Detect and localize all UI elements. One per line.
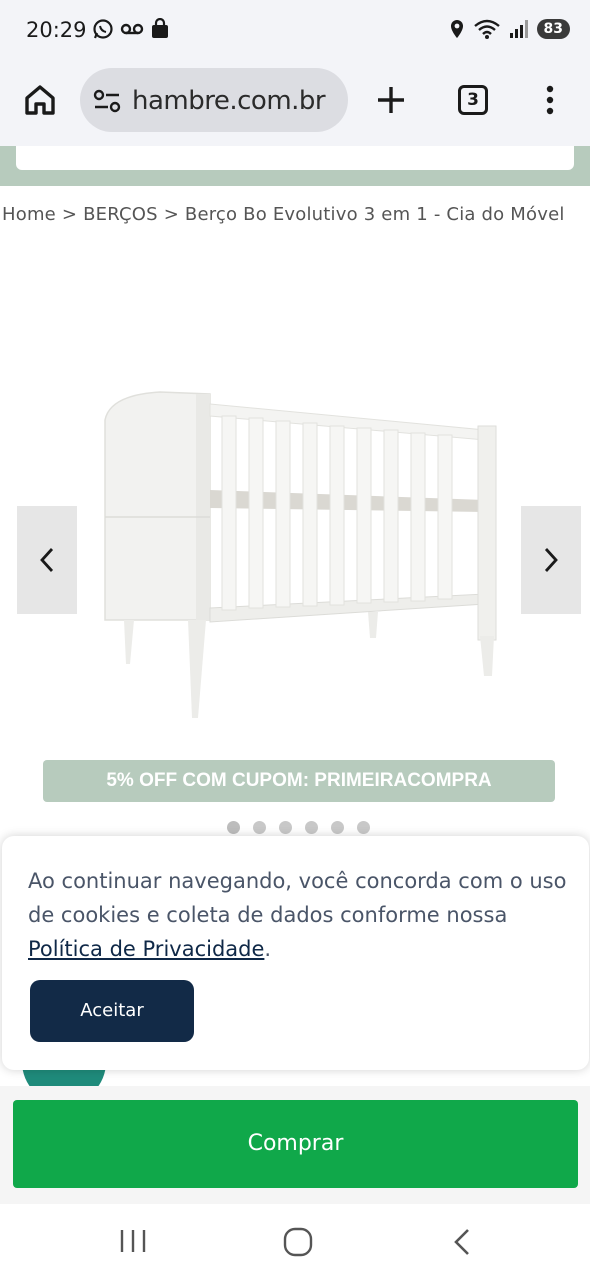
site-settings-icon[interactable] [92,88,122,114]
accept-cookies-button[interactable]: Aceitar [30,980,194,1042]
carousel-dot[interactable] [227,821,240,834]
product-carousel [0,250,590,740]
buy-bar: Comprar [0,1086,590,1204]
coupon-banner: 5% OFF COM CUPOM: PRIMEIRACOMPRA [43,760,555,802]
status-time: 20:29 [26,18,87,42]
chevron-right-icon [544,548,558,572]
whatsapp-icon [93,19,113,39]
carousel-dot[interactable] [253,821,266,834]
tabs-icon[interactable]: 3 [458,85,488,115]
back-icon[interactable] [450,1226,476,1258]
status-bar: 20:29 83 [0,0,590,62]
cookie-message-suffix: . [264,937,272,961]
carousel-dots [227,821,370,834]
recent-apps-icon[interactable] [118,1226,148,1256]
voicemail-icon [120,23,144,35]
location-icon [450,20,463,38]
carousel-prev-button[interactable] [17,506,77,614]
status-icons-right: 83 [449,18,570,40]
home-icon[interactable] [22,82,58,118]
carousel-dot[interactable] [279,821,292,834]
carousel-dot[interactable] [331,821,344,834]
address-bar[interactable]: hambre.com.br [80,68,348,132]
chevron-left-icon [40,548,54,572]
shopping-bag-icon [152,18,168,38]
search-band [0,146,590,186]
cookie-consent-popup: Ao continuar navegando, você concorda co… [2,836,589,1070]
carousel-next-button[interactable] [521,506,581,614]
crib-image [104,391,497,718]
plus-icon[interactable] [374,82,408,118]
url-text[interactable]: hambre.com.br [132,86,338,116]
status-icons-left [92,18,170,40]
search-input[interactable] [16,146,574,170]
carousel-dot[interactable] [357,821,370,834]
wifi-icon [473,19,500,39]
buy-button[interactable]: Comprar [13,1100,578,1188]
cookie-message-text: Ao continuar navegando, você concorda co… [28,869,567,927]
carousel-dot[interactable] [305,821,318,834]
more-vert-icon[interactable] [540,82,560,118]
signal-icon [509,20,528,38]
home-nav-icon[interactable] [282,1226,314,1258]
battery-icon: 83 [536,19,570,39]
browser-toolbar: hambre.com.br 3 [0,62,590,146]
privacy-policy-link[interactable]: Política de Privacidade [28,937,264,961]
breadcrumb[interactable]: Home > BERÇOS > Berço Bo Evolutivo 3 em … [2,204,565,225]
system-navigation-bar [0,1204,590,1280]
cookie-message: Ao continuar navegando, você concorda co… [28,864,568,966]
